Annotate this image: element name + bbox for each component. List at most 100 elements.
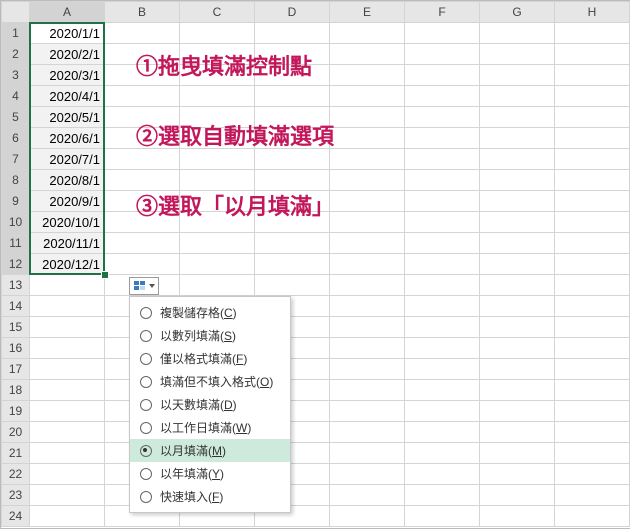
- row-header[interactable]: 20: [2, 422, 30, 443]
- cell[interactable]: [330, 380, 405, 401]
- cell[interactable]: [405, 275, 480, 296]
- row-header[interactable]: 15: [2, 317, 30, 338]
- cell[interactable]: [405, 485, 480, 506]
- cell[interactable]: [405, 149, 480, 170]
- cell[interactable]: [30, 275, 105, 296]
- cell[interactable]: [480, 107, 555, 128]
- cell[interactable]: [480, 86, 555, 107]
- cell[interactable]: [255, 86, 330, 107]
- cell[interactable]: [405, 212, 480, 233]
- cell[interactable]: [555, 254, 630, 275]
- autofill-menu-item[interactable]: 填滿但不填入格式(O): [130, 370, 290, 393]
- cell[interactable]: [180, 86, 255, 107]
- row-header[interactable]: 19: [2, 401, 30, 422]
- cell[interactable]: [105, 23, 180, 44]
- cell[interactable]: [330, 191, 405, 212]
- cell[interactable]: [330, 170, 405, 191]
- cell[interactable]: [480, 317, 555, 338]
- cell[interactable]: [255, 149, 330, 170]
- autofill-menu-item[interactable]: 以月填滿(M): [130, 439, 290, 462]
- select-all-corner[interactable]: [2, 2, 30, 23]
- col-header-F[interactable]: F: [405, 2, 480, 23]
- cell[interactable]: [555, 275, 630, 296]
- cell[interactable]: [105, 233, 180, 254]
- cell[interactable]: [105, 254, 180, 275]
- col-header-D[interactable]: D: [255, 2, 330, 23]
- col-header-C[interactable]: C: [180, 2, 255, 23]
- cell[interactable]: [330, 149, 405, 170]
- cell[interactable]: [405, 23, 480, 44]
- cell[interactable]: [180, 275, 255, 296]
- col-header-B[interactable]: B: [105, 2, 180, 23]
- cell[interactable]: 2020/2/1: [30, 44, 105, 65]
- cell[interactable]: [555, 128, 630, 149]
- cell[interactable]: [480, 254, 555, 275]
- cell[interactable]: [480, 128, 555, 149]
- cell[interactable]: 2020/5/1: [30, 107, 105, 128]
- row-header[interactable]: 23: [2, 485, 30, 506]
- row-header[interactable]: 17: [2, 359, 30, 380]
- row-header[interactable]: 6: [2, 128, 30, 149]
- row-header[interactable]: 11: [2, 233, 30, 254]
- cell[interactable]: [330, 359, 405, 380]
- cell[interactable]: [330, 107, 405, 128]
- cell[interactable]: [405, 107, 480, 128]
- cell[interactable]: [330, 23, 405, 44]
- col-header-G[interactable]: G: [480, 2, 555, 23]
- cell[interactable]: [180, 170, 255, 191]
- cell[interactable]: [555, 359, 630, 380]
- cell[interactable]: [330, 338, 405, 359]
- cell[interactable]: [405, 170, 480, 191]
- autofill-menu-item[interactable]: 快速填入(F): [130, 485, 290, 508]
- cell[interactable]: [330, 485, 405, 506]
- cell[interactable]: [105, 170, 180, 191]
- cell[interactable]: [480, 212, 555, 233]
- cell[interactable]: [480, 359, 555, 380]
- cell[interactable]: 2020/11/1: [30, 233, 105, 254]
- col-header-E[interactable]: E: [330, 2, 405, 23]
- cell[interactable]: 2020/6/1: [30, 128, 105, 149]
- autofill-menu-item[interactable]: 以年填滿(Y): [130, 462, 290, 485]
- cell[interactable]: [330, 44, 405, 65]
- cell[interactable]: [555, 233, 630, 254]
- cell[interactable]: [405, 380, 480, 401]
- cell[interactable]: [555, 317, 630, 338]
- cell[interactable]: [105, 149, 180, 170]
- row-header[interactable]: 5: [2, 107, 30, 128]
- cell[interactable]: [105, 86, 180, 107]
- cell[interactable]: [330, 506, 405, 527]
- cell[interactable]: [480, 275, 555, 296]
- cell[interactable]: [480, 338, 555, 359]
- row-header[interactable]: 18: [2, 380, 30, 401]
- row-header[interactable]: 24: [2, 506, 30, 527]
- cell[interactable]: [405, 317, 480, 338]
- cell[interactable]: [330, 317, 405, 338]
- cell[interactable]: [480, 422, 555, 443]
- cell[interactable]: [330, 296, 405, 317]
- cell[interactable]: [30, 338, 105, 359]
- cell[interactable]: 2020/8/1: [30, 170, 105, 191]
- cell[interactable]: [405, 296, 480, 317]
- cell[interactable]: [555, 23, 630, 44]
- cell[interactable]: [330, 401, 405, 422]
- row-header[interactable]: 21: [2, 443, 30, 464]
- autofill-menu-item[interactable]: 以天數填滿(D): [130, 393, 290, 416]
- cell[interactable]: [555, 464, 630, 485]
- cell[interactable]: [30, 422, 105, 443]
- cell[interactable]: [405, 44, 480, 65]
- cell[interactable]: [405, 401, 480, 422]
- cell[interactable]: [480, 296, 555, 317]
- cell[interactable]: [555, 338, 630, 359]
- autofill-menu-item[interactable]: 僅以格式填滿(F): [130, 347, 290, 370]
- cell[interactable]: 2020/12/1: [30, 254, 105, 275]
- cell[interactable]: [555, 149, 630, 170]
- cell[interactable]: [555, 485, 630, 506]
- cell[interactable]: 2020/4/1: [30, 86, 105, 107]
- cell[interactable]: [555, 443, 630, 464]
- row-header[interactable]: 12: [2, 254, 30, 275]
- cell[interactable]: [330, 254, 405, 275]
- cell[interactable]: 2020/7/1: [30, 149, 105, 170]
- cell[interactable]: [330, 275, 405, 296]
- cell[interactable]: [255, 170, 330, 191]
- cell[interactable]: [405, 359, 480, 380]
